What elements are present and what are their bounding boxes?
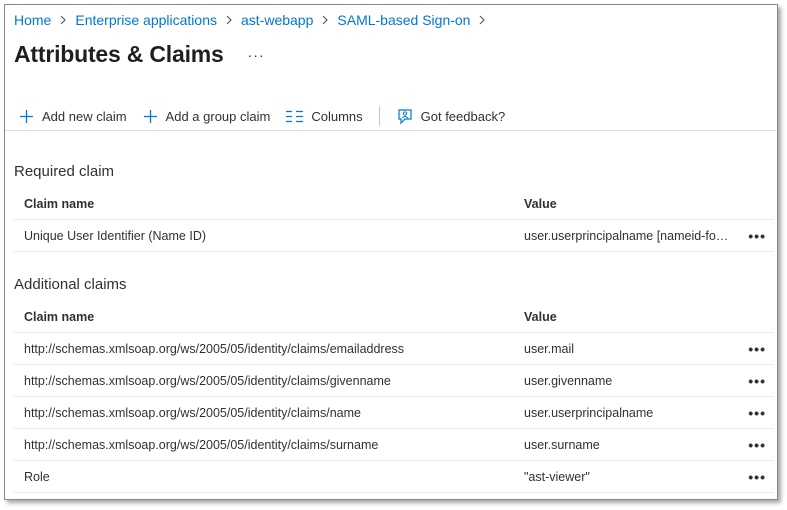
claim-value: user.mail: [524, 341, 575, 356]
table-header: Claim name Value: [14, 188, 774, 220]
add-new-claim-button[interactable]: Add new claim: [19, 109, 127, 124]
claim-value: user.givenname: [524, 373, 613, 388]
required-claim-title: Required claim: [14, 163, 115, 180]
table-row[interactable]: http://schemas.xmlsoap.org/ws/2005/05/id…: [14, 333, 774, 365]
table-row[interactable]: http://schemas.xmlsoap.org/ws/2005/05/id…: [14, 429, 774, 461]
row-menu-button[interactable]: •••: [748, 406, 766, 420]
column-header-value: Value: [524, 309, 557, 324]
columns-label: Columns: [311, 108, 363, 124]
required-claim-table: Claim name Value Unique User Identifier …: [14, 188, 774, 252]
claim-value: "ast-viewer": [524, 469, 590, 484]
claim-value: user.userprincipalname: [524, 405, 654, 420]
got-feedback-button[interactable]: Got feedback?: [396, 108, 506, 125]
table-row[interactable]: http://schemas.xmlsoap.org/ws/2005/05/id…: [14, 365, 774, 397]
more-options-button[interactable]: ···: [248, 47, 265, 63]
add-new-claim-label: Add new claim: [42, 108, 127, 124]
columns-button[interactable]: Columns: [286, 108, 363, 124]
breadcrumb-app[interactable]: ast-webapp: [241, 12, 313, 28]
row-menu-button[interactable]: •••: [748, 229, 766, 243]
table-row[interactable]: Role "ast-viewer" •••: [14, 461, 774, 493]
table-row[interactable]: Unique User Identifier (Name ID) user.us…: [14, 220, 774, 252]
breadcrumb-home[interactable]: Home: [14, 12, 51, 28]
row-menu-button[interactable]: •••: [748, 438, 766, 452]
row-menu-button[interactable]: •••: [748, 374, 766, 388]
title-row: Attributes & Claims ···: [14, 41, 265, 68]
chevron-right-icon: [321, 15, 329, 25]
breadcrumb: Home Enterprise applications ast-webapp …: [14, 12, 494, 28]
claim-value: user.userprincipalname [nameid-format:em…: [524, 228, 732, 243]
chevron-right-icon: [478, 15, 486, 25]
row-menu-button[interactable]: •••: [748, 470, 766, 484]
claim-name: http://schemas.xmlsoap.org/ws/2005/05/id…: [24, 373, 391, 388]
columns-icon: [286, 110, 304, 122]
breadcrumb-saml-sign-on[interactable]: SAML-based Sign-on: [337, 12, 470, 28]
toolbar: Add new claim Add a group claim Columns …: [19, 101, 521, 131]
claim-name: Unique User Identifier (Name ID): [24, 228, 207, 243]
breadcrumb-enterprise-applications[interactable]: Enterprise applications: [75, 12, 217, 28]
plus-icon: [143, 109, 157, 123]
claim-name: http://schemas.xmlsoap.org/ws/2005/05/id…: [24, 341, 405, 356]
toolbar-divider-line: [5, 130, 777, 131]
additional-claims-title: Additional claims: [14, 276, 127, 293]
additional-claims-table: Claim name Value http://schemas.xmlsoap.…: [14, 301, 774, 493]
claim-name: http://schemas.xmlsoap.org/ws/2005/05/id…: [24, 405, 361, 420]
plus-icon: [20, 109, 33, 123]
page-title: Attributes & Claims: [14, 41, 224, 67]
column-header-claim-name: Claim name: [24, 196, 95, 211]
chevron-right-icon: [59, 15, 67, 25]
claim-name: Role: [24, 469, 50, 484]
toolbar-divider: [378, 106, 380, 126]
feedback-icon: [398, 108, 412, 124]
column-header-claim-name: Claim name: [24, 309, 95, 324]
chevron-right-icon: [225, 15, 233, 25]
table-header: Claim name Value: [14, 301, 774, 333]
claim-value: user.surname: [524, 437, 600, 452]
column-header-value: Value: [524, 196, 557, 211]
add-group-claim-button[interactable]: Add a group claim: [143, 108, 271, 124]
row-menu-button[interactable]: •••: [748, 342, 766, 356]
got-feedback-label: Got feedback?: [420, 108, 506, 124]
table-row[interactable]: http://schemas.xmlsoap.org/ws/2005/05/id…: [14, 397, 774, 429]
add-group-claim-label: Add a group claim: [165, 108, 271, 124]
claim-name: http://schemas.xmlsoap.org/ws/2005/05/id…: [24, 437, 379, 452]
app-frame: Home Enterprise applications ast-webapp …: [4, 4, 778, 500]
